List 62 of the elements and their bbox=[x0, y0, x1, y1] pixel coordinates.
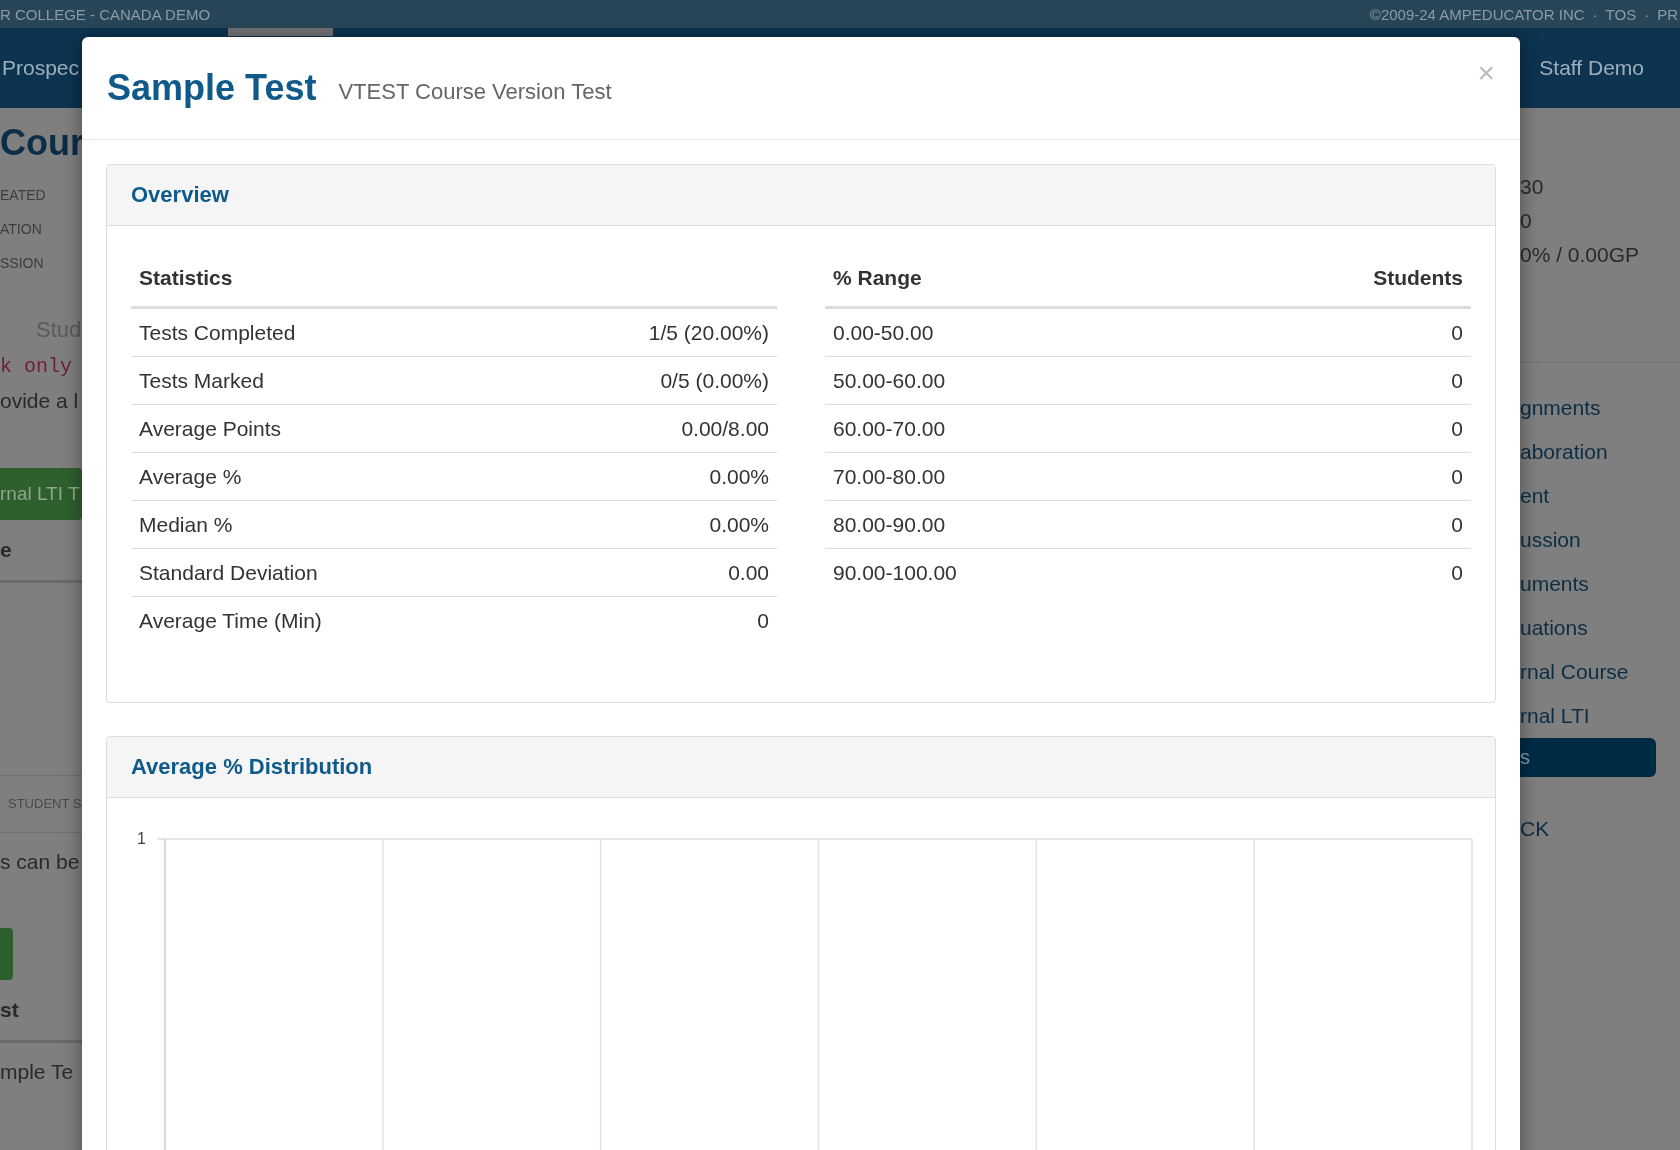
menu-link[interactable]: gnments bbox=[1520, 386, 1680, 430]
close-button[interactable]: × bbox=[1477, 56, 1495, 90]
table-cell: Tests Marked bbox=[131, 356, 515, 405]
table-cell: 0/5 (0.00%) bbox=[514, 356, 777, 405]
body-text: s can be bbox=[0, 849, 81, 875]
table-cell: 50.00-60.00 bbox=[825, 356, 1193, 405]
modal-title: Sample Test bbox=[107, 67, 317, 109]
menu-link[interactable]: uments bbox=[1520, 562, 1680, 606]
action-button[interactable] bbox=[0, 928, 13, 980]
modal-subtitle: VTEST Course Version Test bbox=[338, 79, 612, 105]
menu-link[interactable]: rnal LTI bbox=[1520, 694, 1680, 738]
table-cell: Average % bbox=[131, 452, 515, 501]
column-header: Statistics bbox=[131, 250, 515, 308]
body-text: ovide a l bbox=[0, 388, 80, 414]
table-cell: Standard Deviation bbox=[131, 548, 515, 597]
axis-tick-label: 1 bbox=[137, 830, 146, 847]
code-text: k only bbox=[0, 354, 73, 380]
menu-link[interactable]: ussion bbox=[1520, 518, 1680, 562]
menu-link[interactable]: rnal Course bbox=[1520, 650, 1680, 694]
table-cell: 0 bbox=[1192, 452, 1471, 501]
table-cell: 0 bbox=[1192, 307, 1471, 357]
field-label: SSION bbox=[0, 254, 45, 273]
table-cell: Average Time (Min) bbox=[131, 596, 515, 644]
table-cell: 80.00-90.00 bbox=[825, 500, 1193, 549]
table-cell: 0.00% bbox=[514, 500, 777, 549]
college-name: R COLLEGE - CANADA DEMO bbox=[0, 5, 211, 23]
table-cell: Median % bbox=[131, 500, 515, 549]
menu-link[interactable]: uations bbox=[1520, 606, 1680, 650]
menu-link[interactable]: ent bbox=[1520, 474, 1680, 518]
column-header: Students bbox=[1192, 250, 1471, 308]
column-header: % Range bbox=[825, 250, 1193, 308]
table-cell: 0 bbox=[1192, 404, 1471, 453]
footer-link[interactable]: TOS bbox=[1605, 5, 1637, 23]
table-cell: 0.00 bbox=[514, 548, 777, 597]
field-label: ATION bbox=[0, 220, 43, 239]
table-cell: 0 bbox=[514, 596, 777, 644]
table-cell: Average Points bbox=[131, 404, 515, 453]
field-value: 0 bbox=[1520, 208, 1533, 234]
table-cell: 1/5 (20.00%) bbox=[514, 307, 777, 357]
table-cell: 0 bbox=[1192, 500, 1471, 549]
footer-link[interactable]: ©2009-24 AMPEDUCATOR INC bbox=[1369, 5, 1585, 23]
table-cell: 60.00-70.00 bbox=[825, 404, 1193, 453]
field-value: 0% / 0.00GP bbox=[1520, 242, 1641, 268]
table-cell: 90.00-100.00 bbox=[825, 548, 1193, 596]
panel-title: Average % Distribution bbox=[107, 737, 1495, 798]
field-label: EATED bbox=[0, 186, 47, 205]
table-cell: 0.00/8.00 bbox=[514, 404, 777, 453]
field-value: 30 bbox=[1520, 174, 1545, 200]
footer-link[interactable]: PR bbox=[1657, 5, 1678, 23]
table-cell: Tests Completed bbox=[131, 307, 515, 357]
user-menu[interactable]: Staff Demo bbox=[1539, 56, 1680, 80]
table-cell: 0 bbox=[1192, 356, 1471, 405]
panel-title: Overview bbox=[107, 165, 1495, 226]
table-cell: 0 bbox=[1192, 548, 1471, 596]
menu-link[interactable]: CK bbox=[1520, 807, 1680, 851]
table-cell: 70.00-80.00 bbox=[825, 452, 1193, 501]
menu-link[interactable]: aboration bbox=[1520, 430, 1680, 474]
table-cell: 0.00-50.00 bbox=[825, 307, 1193, 357]
action-button[interactable]: rnal LTI T bbox=[0, 468, 82, 520]
body-text: mple Te bbox=[0, 1059, 75, 1085]
table-cell: 0.00% bbox=[514, 452, 777, 501]
menu-button[interactable]: s bbox=[1520, 738, 1656, 777]
